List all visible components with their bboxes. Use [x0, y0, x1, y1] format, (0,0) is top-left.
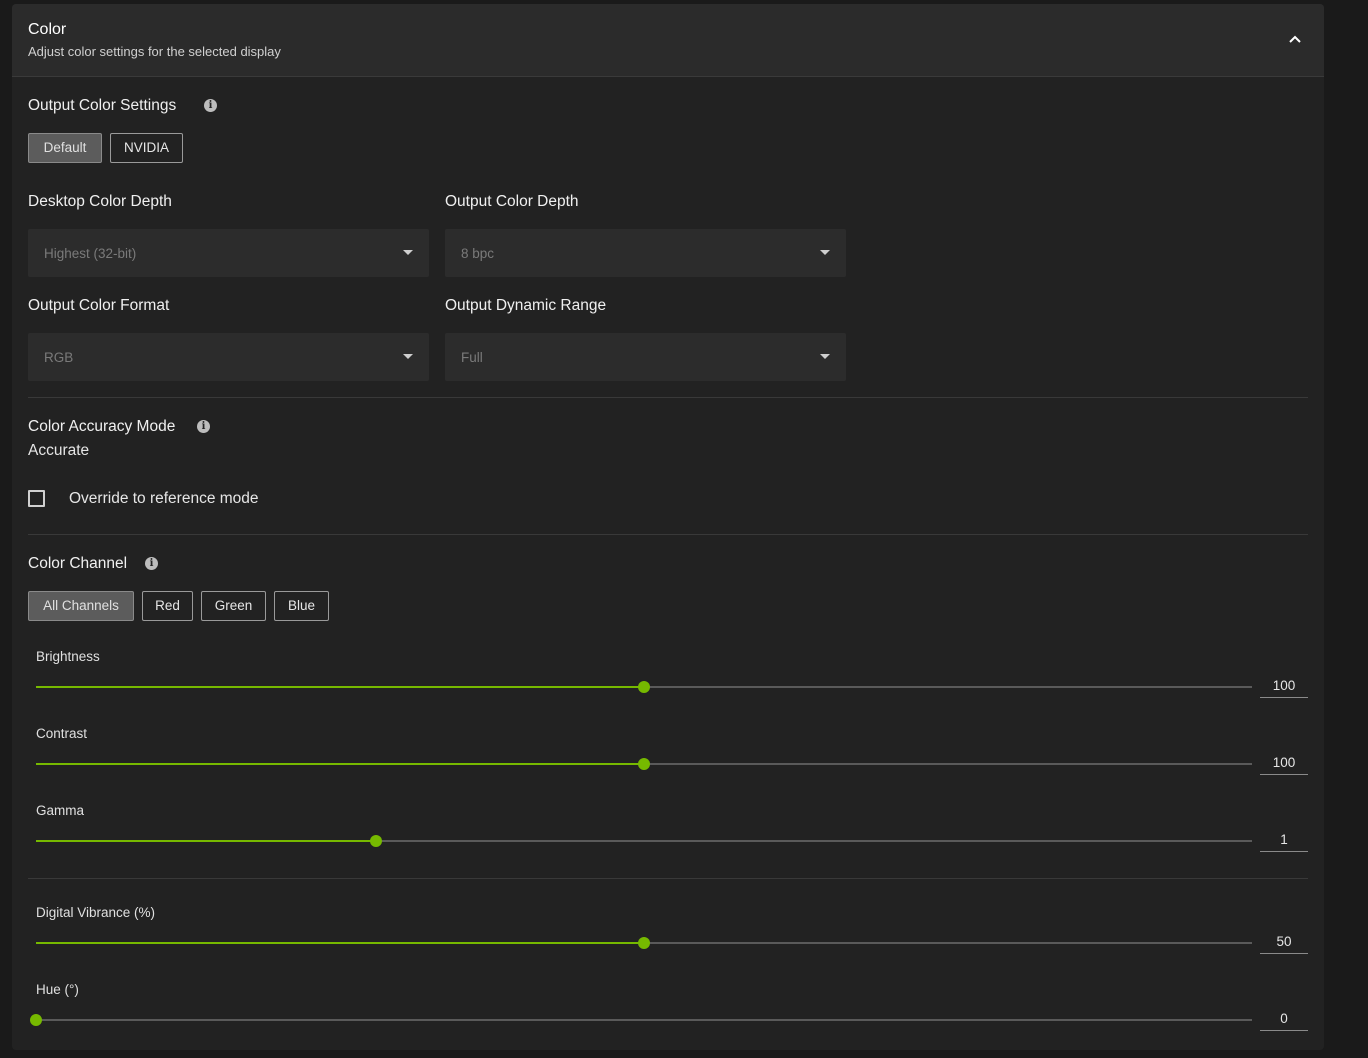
- output-dynamic-range-label: Output Dynamic Range: [445, 297, 607, 314]
- gamma-slider[interactable]: [36, 835, 1252, 847]
- brightness-slider[interactable]: [36, 681, 1252, 693]
- hue-value-input[interactable]: 0: [1260, 1010, 1308, 1031]
- gamma-value-input[interactable]: 1: [1260, 831, 1308, 852]
- slider-fill: [36, 942, 644, 944]
- slider-fill: [36, 840, 377, 842]
- default-button[interactable]: Default: [28, 133, 102, 163]
- output-dynamic-range-dropdown[interactable]: Full: [445, 333, 846, 381]
- digital-vibrance-label: Digital Vibrance (%): [36, 905, 156, 920]
- color-accuracy-mode-label: Color Accuracy Mode: [28, 418, 176, 435]
- blue-channel-button[interactable]: Blue: [274, 591, 329, 621]
- color-accuracy-mode-value: Accurate: [28, 442, 90, 459]
- output-color-format-value: RGB: [44, 350, 74, 365]
- output-color-format-label: Output Color Format: [28, 297, 170, 314]
- output-color-depth-value: 8 bpc: [461, 246, 495, 261]
- slider-thumb[interactable]: [638, 937, 650, 949]
- output-color-settings-label: Output Color Settings: [28, 97, 177, 114]
- override-reference-mode-checkbox[interactable]: [28, 490, 45, 507]
- panel-header[interactable]: Color Adjust color settings for the sele…: [12, 4, 1324, 77]
- color-panel: Color Adjust color settings for the sele…: [12, 4, 1324, 1050]
- output-dynamic-range-value: Full: [461, 350, 483, 365]
- info-icon[interactable]: i: [204, 99, 217, 112]
- hue-label: Hue (°): [36, 982, 79, 997]
- brightness-value-input[interactable]: 100: [1260, 677, 1308, 698]
- slider-thumb[interactable]: [370, 835, 383, 847]
- output-color-depth-label: Output Color Depth: [445, 193, 579, 210]
- contrast-slider[interactable]: [36, 758, 1252, 770]
- chevron-up-icon[interactable]: [1284, 28, 1306, 50]
- color-channel-label: Color Channel: [28, 555, 128, 572]
- divider: [28, 878, 1308, 879]
- desktop-color-depth-label: Desktop Color Depth: [28, 193, 172, 210]
- caret-down-icon: [820, 250, 830, 255]
- digital-vibrance-value-input[interactable]: 50: [1260, 933, 1308, 954]
- nvidia-button[interactable]: NVIDIA: [110, 133, 183, 163]
- slider-thumb[interactable]: [30, 1014, 42, 1026]
- contrast-value-input[interactable]: 100: [1260, 754, 1308, 775]
- all-channels-button[interactable]: All Channels: [28, 591, 134, 621]
- override-reference-mode-label: Override to reference mode: [69, 490, 259, 507]
- caret-down-icon: [403, 354, 413, 359]
- info-icon[interactable]: i: [197, 420, 210, 433]
- output-color-depth-dropdown[interactable]: 8 bpc: [445, 229, 846, 277]
- green-channel-button[interactable]: Green: [201, 591, 266, 621]
- caret-down-icon: [403, 250, 413, 255]
- output-color-format-dropdown[interactable]: RGB: [28, 333, 429, 381]
- divider: [28, 397, 1308, 398]
- slider-thumb[interactable]: [638, 758, 650, 770]
- red-channel-button[interactable]: Red: [142, 591, 193, 621]
- hue-slider[interactable]: [30, 1014, 1252, 1026]
- gamma-label: Gamma: [36, 803, 85, 818]
- slider-thumb[interactable]: [638, 681, 650, 693]
- digital-vibrance-slider[interactable]: [36, 937, 1252, 949]
- slider-fill: [36, 763, 644, 765]
- contrast-label: Contrast: [36, 726, 88, 741]
- info-icon[interactable]: i: [145, 557, 158, 570]
- slider-fill: [36, 686, 644, 688]
- desktop-color-depth-dropdown[interactable]: Highest (32-bit): [28, 229, 429, 277]
- caret-down-icon: [820, 354, 830, 359]
- divider: [28, 534, 1308, 535]
- brightness-label: Brightness: [36, 649, 100, 664]
- panel-title: Color: [28, 21, 67, 38]
- desktop-color-depth-value: Highest (32-bit): [44, 246, 137, 261]
- panel-subtitle: Adjust color settings for the selected d…: [28, 44, 281, 59]
